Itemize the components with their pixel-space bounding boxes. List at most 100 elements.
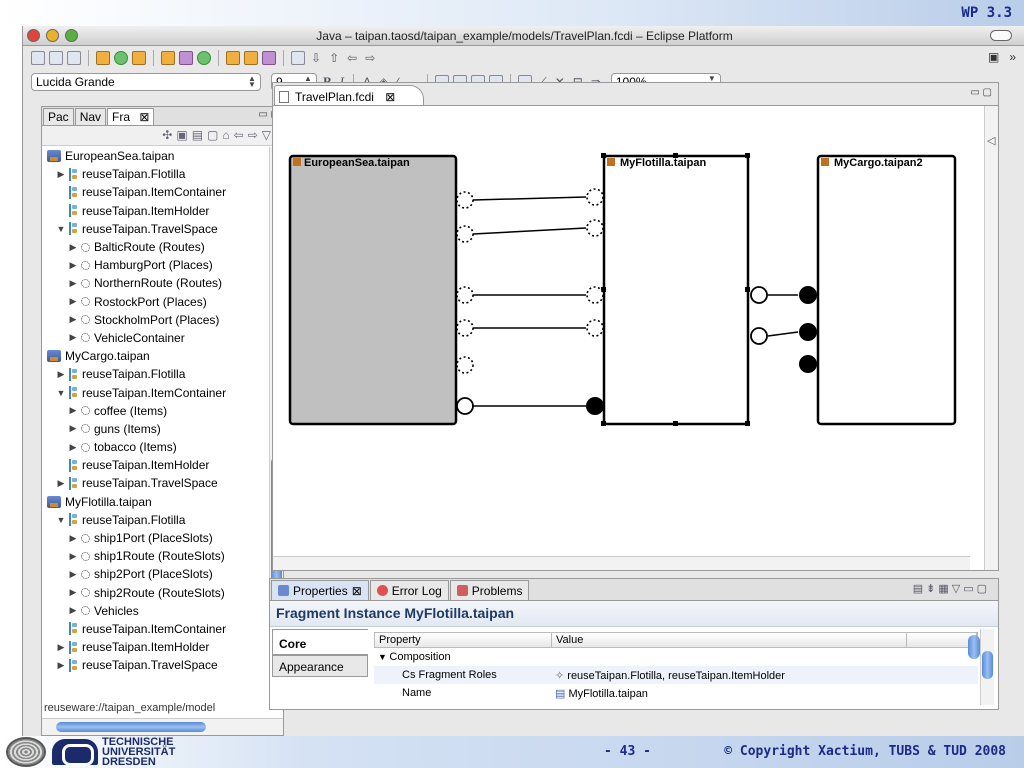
- tree-item[interactable]: ▶ ship1Port (PlaceSlots): [42, 529, 271, 547]
- forward-icon[interactable]: ⇨: [363, 51, 377, 65]
- tree-item[interactable]: reuseTaipan.ItemContainer: [42, 620, 271, 638]
- side-tab-appearance[interactable]: Appearance: [272, 655, 368, 677]
- fragment-my-cargo[interactable]: MyCargo.taipan2: [816, 154, 957, 426]
- save-icon[interactable]: [49, 51, 63, 65]
- expand-toggle-icon[interactable]: ▶: [68, 442, 78, 453]
- close-icon[interactable]: ⊠: [139, 110, 149, 124]
- search-icon[interactable]: [262, 51, 276, 65]
- expand-toggle-icon[interactable]: ▶: [56, 369, 66, 380]
- scroll-thumb[interactable]: [968, 635, 980, 659]
- tree-item[interactable]: ▶ HamburgPort (Places): [42, 256, 271, 274]
- new-fragment-icon[interactable]: ▢: [207, 128, 222, 142]
- home-icon[interactable]: ⌂: [222, 128, 233, 142]
- layout-icon[interactable]: ▤: [192, 128, 207, 142]
- collapse-icon[interactable]: ▼: [378, 652, 389, 662]
- properties-vertical-scrollbar[interactable]: [980, 629, 994, 705]
- tree-item[interactable]: ▶ VehicleContainer: [42, 329, 271, 347]
- table-row[interactable]: ▼ Composition: [374, 648, 978, 666]
- categories-icon[interactable]: ▤: [913, 583, 926, 595]
- tree-item[interactable]: ▶ ship1Route (RouteSlots): [42, 547, 271, 565]
- tree-horizontal-scrollbar[interactable]: [42, 718, 283, 735]
- expand-toggle-icon[interactable]: ▶: [56, 660, 66, 671]
- fragment-my-flotilla[interactable]: MyFlotilla.taipan: [601, 153, 750, 426]
- new-class-icon[interactable]: [197, 51, 211, 65]
- tree-item[interactable]: reuseTaipan.ItemContainer: [42, 183, 271, 201]
- maximize-icon[interactable]: ▢: [977, 583, 990, 595]
- open-type-icon[interactable]: [226, 51, 240, 65]
- run-icon[interactable]: [114, 51, 128, 65]
- external-tools-icon[interactable]: [132, 51, 146, 65]
- tree-item[interactable]: ▶ coffee (Items): [42, 402, 271, 420]
- expand-toggle-icon[interactable]: ▶: [68, 405, 78, 416]
- tab-error-log[interactable]: Error Log: [369, 580, 449, 600]
- restore-icon[interactable]: ▦: [938, 583, 951, 595]
- print-icon[interactable]: [67, 51, 81, 65]
- tree-item[interactable]: ▼ reuseTaipan.TravelSpace: [42, 220, 271, 238]
- filter-icon[interactable]: ⇟: [926, 583, 938, 595]
- expand-toggle-icon[interactable]: ▶: [68, 551, 78, 562]
- expand-toggle-icon[interactable]: ▼: [56, 224, 66, 234]
- tree-item[interactable]: ▶ reuseTaipan.ItemHolder: [42, 638, 271, 656]
- expand-toggle-icon[interactable]: ▶: [56, 169, 66, 180]
- expand-toggle-icon[interactable]: ▶: [68, 332, 78, 343]
- tree-item[interactable]: ▶ ship2Port (PlaceSlots): [42, 565, 271, 583]
- new-icon[interactable]: [31, 51, 45, 65]
- tab-properties[interactable]: Properties ⊠: [271, 580, 369, 600]
- tree-item[interactable]: ▶ guns (Items): [42, 420, 271, 438]
- editor-vertical-scrollbar[interactable]: ◁: [984, 106, 998, 570]
- tree-item[interactable]: MyCargo.taipan: [42, 347, 271, 365]
- close-icon[interactable]: ⊠: [352, 584, 362, 598]
- expand-toggle-icon[interactable]: ▶: [68, 423, 78, 434]
- tree-item[interactable]: ▶ RostockPort (Places): [42, 293, 271, 311]
- expand-toggle-icon[interactable]: ▶: [68, 242, 78, 253]
- tab-fragments[interactable]: Fra ⊠: [107, 108, 155, 125]
- tree-item[interactable]: ▼ reuseTaipan.ItemContainer: [42, 383, 271, 401]
- tree-item[interactable]: EuropeanSea.taipan: [42, 147, 271, 165]
- tab-navigator[interactable]: Nav: [74, 108, 107, 125]
- expand-toggle-icon[interactable]: ▶: [68, 533, 78, 544]
- tab-problems[interactable]: Problems: [449, 580, 530, 600]
- table-row[interactable]: Name ▤ MyFlotilla.taipan: [374, 684, 978, 702]
- scroll-thumb[interactable]: [56, 722, 206, 732]
- tree-item[interactable]: ▶ NorthernRoute (Routes): [42, 274, 271, 292]
- more-icon[interactable]: »: [1009, 50, 1016, 64]
- palette-toggle-icon[interactable]: ◁: [987, 134, 995, 147]
- expand-toggle-icon[interactable]: ▶: [68, 605, 78, 616]
- tree-item[interactable]: reuseTaipan.ItemHolder: [42, 202, 271, 220]
- column-header-value[interactable]: Value: [552, 633, 907, 647]
- tree-item[interactable]: ▶ reuseTaipan.TravelSpace: [42, 656, 271, 674]
- tab-package-explorer[interactable]: Pac: [43, 108, 74, 125]
- tree-item[interactable]: ▶ reuseTaipan.TravelSpace: [42, 474, 271, 492]
- minimize-icon[interactable]: ▭: [963, 583, 976, 595]
- expand-toggle-icon[interactable]: ▶: [68, 278, 78, 289]
- expand-toggle-icon[interactable]: ▼: [56, 515, 66, 525]
- back-icon[interactable]: ⇦: [234, 128, 248, 142]
- toolbar-toggle-icon[interactable]: [990, 30, 1012, 41]
- tree-item[interactable]: ▶ StockholmPort (Places): [42, 311, 271, 329]
- tree-item[interactable]: MyFlotilla.taipan: [42, 493, 271, 511]
- table-row[interactable]: Cs Fragment Roles ✧ reuseTaipan.Flotilla…: [374, 666, 978, 684]
- expand-toggle-icon[interactable]: ▶: [68, 296, 78, 307]
- column-header-property[interactable]: Property: [375, 633, 552, 647]
- scroll-thumb[interactable]: [982, 651, 993, 679]
- font-select[interactable]: Lucida Grande ▲ ▼: [31, 73, 261, 91]
- tree-item[interactable]: ▶ reuseTaipan.Flotilla: [42, 165, 271, 183]
- back-icon[interactable]: ⇦: [345, 51, 359, 65]
- tree-item[interactable]: ▶ Vehicles: [42, 602, 271, 620]
- refresh-icon[interactable]: ▣: [176, 128, 191, 142]
- editor-horizontal-scrollbar[interactable]: [273, 556, 970, 570]
- expand-toggle-icon[interactable]: ▶: [68, 587, 78, 598]
- tree-item[interactable]: ▶ tobacco (Items): [42, 438, 271, 456]
- toggle-icon[interactable]: [291, 51, 305, 65]
- tree-item[interactable]: ▶ BalticRoute (Routes): [42, 238, 271, 256]
- tree-item[interactable]: ▶ reuseTaipan.Flotilla: [42, 365, 271, 383]
- tree-item[interactable]: ▶ ship2Route (RouteSlots): [42, 584, 271, 602]
- expand-toggle-icon[interactable]: ▼: [56, 388, 66, 398]
- new-package-icon[interactable]: [179, 51, 193, 65]
- expand-toggle-icon[interactable]: ▶: [56, 478, 66, 489]
- debug-icon[interactable]: [96, 51, 110, 65]
- hook-ports[interactable]: [456, 188, 604, 374]
- tab-travelplan[interactable]: TravelPlan.fcdi ⊠: [274, 85, 424, 107]
- previous-annotation-icon[interactable]: ⇧: [327, 51, 341, 65]
- new-project-icon[interactable]: [161, 51, 175, 65]
